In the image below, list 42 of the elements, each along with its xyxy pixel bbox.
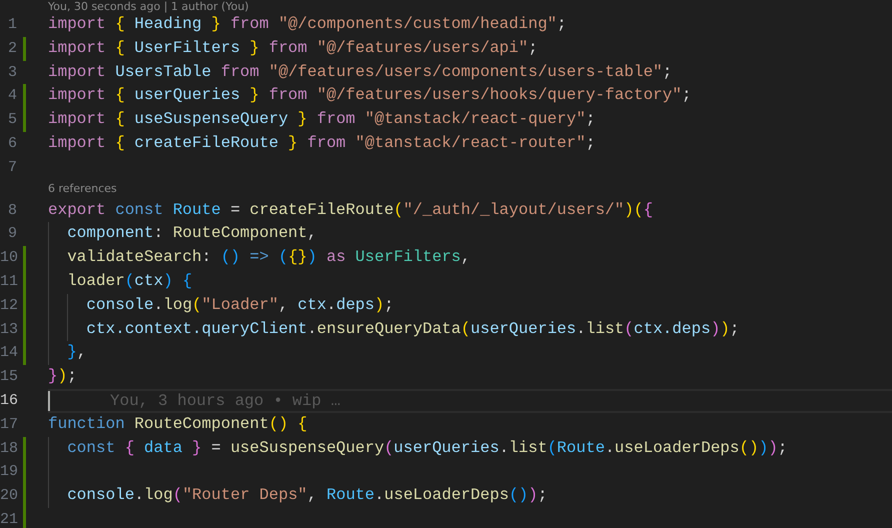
text-cursor <box>48 390 50 411</box>
code-line: import UsersTable from "@/features/users/components/users-table"; <box>48 62 672 83</box>
code-line: import { useSuspenseQuery } from "@tanstack/react-query"; <box>48 109 596 130</box>
code-line: ctx.context.queryClient.ensureQueryData(userQueries.list(ctx.deps)); <box>85 318 740 340</box>
line-number: 4 <box>6 86 17 106</box>
line-number: 10 <box>0 248 17 268</box>
code-line: import { userQueries } from "@/features/users/hooks/query-factory"; <box>48 85 692 106</box>
code-line: import { Heading } from "@/components/custom/heading"; <box>48 14 567 35</box>
blame-annotation: You, 3 hours ago • wip … <box>110 392 340 410</box>
codelens-text[interactable]: 6 references <box>48 183 117 196</box>
code-line: console.log("Loader", ctx.deps); <box>85 294 394 316</box>
code-line: loader(ctx) { <box>66 270 192 292</box>
code-line: const { data } = useSuspenseQuery(userQueries.list(Route.useLoaderDeps())); <box>66 438 788 459</box>
line-number: 8 <box>6 200 17 221</box>
line-number: 19 <box>0 462 17 482</box>
line-number: 9 <box>6 224 17 244</box>
code-line: console.log("Router Deps", Route.useLoaderDeps()); <box>66 485 548 506</box>
code-line: }, <box>66 342 86 364</box>
line-number: 17 <box>0 414 17 435</box>
line-number: 13 <box>0 320 17 340</box>
line-number: 1 <box>6 15 17 35</box>
line-number: 5 <box>6 110 17 130</box>
code-line: function RouteComponent() { <box>48 414 308 435</box>
line-number: 21 <box>0 510 17 528</box>
line-number: 14 <box>0 343 17 364</box>
line-number: 20 <box>0 486 17 506</box>
line-number: 15 <box>0 367 17 388</box>
line-number: 12 <box>0 296 17 316</box>
code-line: import { createFileRoute } from "@tanstack/react-router"; <box>48 132 596 154</box>
line-number: 11 <box>0 272 17 292</box>
line-number: 18 <box>0 438 17 459</box>
line-number: 6 <box>6 134 17 154</box>
code-line: component: RouteComponent, <box>66 223 317 244</box>
codelens-text[interactable]: You, 30 seconds ago | 1 author (You) <box>48 0 249 12</box>
line-number: 16 <box>0 390 17 411</box>
code-line: import { UserFilters } from "@/features/users/api"; <box>48 38 538 59</box>
code-line: export const Route = createFileRoute("/_auth/_layout/users/")({ <box>48 200 653 221</box>
line-number: 3 <box>6 62 17 83</box>
line-number: 2 <box>6 38 17 59</box>
code-line: validateSearch: () => ({}) as UserFilters, <box>66 247 471 268</box>
line-number: 7 <box>6 158 17 178</box>
code-line: }); <box>48 366 77 388</box>
